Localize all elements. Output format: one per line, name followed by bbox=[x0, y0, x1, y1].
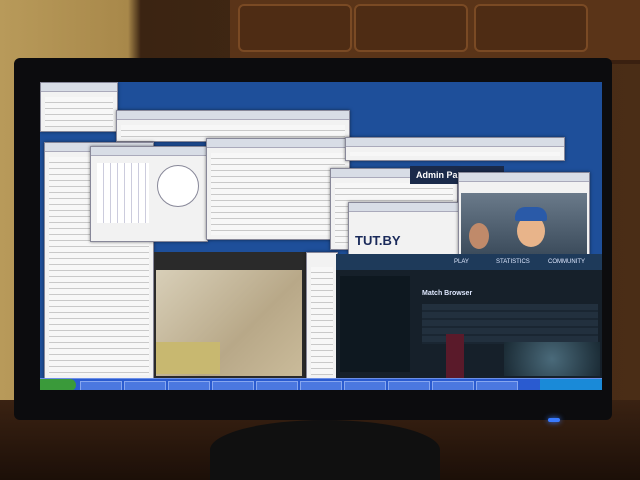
monitor-screen: Admin Pane TUT.BY PLAY STATISTICS COMMUN… bbox=[40, 82, 602, 390]
video-frame bbox=[461, 193, 587, 257]
red-panel bbox=[446, 334, 464, 378]
taskbar-button[interactable] bbox=[80, 381, 122, 390]
taskbar-button[interactable] bbox=[124, 381, 166, 390]
thumbnail-strip bbox=[156, 342, 220, 374]
tab-statistics[interactable]: STATISTICS bbox=[496, 259, 530, 265]
game-client-window[interactable]: PLAY STATISTICS COMMUNITY Match Browser bbox=[336, 254, 602, 378]
image-viewer-window[interactable] bbox=[154, 252, 306, 378]
taskbar-button[interactable] bbox=[476, 381, 518, 390]
wooden-cabinet bbox=[230, 0, 640, 64]
calendar-grid[interactable] bbox=[97, 163, 149, 223]
tab-play[interactable]: PLAY bbox=[454, 259, 469, 265]
clock-icon bbox=[157, 165, 199, 207]
taskbar-button[interactable] bbox=[168, 381, 210, 390]
taskbar-button[interactable] bbox=[256, 381, 298, 390]
game-preview bbox=[504, 342, 600, 376]
taskbar-button[interactable] bbox=[212, 381, 254, 390]
cap bbox=[515, 207, 547, 221]
match-browser-title: Match Browser bbox=[422, 290, 473, 297]
power-led bbox=[548, 418, 560, 422]
tut-by-window[interactable]: TUT.BY bbox=[348, 202, 462, 256]
tut-by-logo: TUT.BY bbox=[355, 233, 401, 248]
date-time-dialog[interactable] bbox=[90, 146, 208, 242]
video-window[interactable] bbox=[458, 172, 590, 262]
taskbar-button[interactable] bbox=[300, 381, 342, 390]
person-face-2 bbox=[469, 223, 489, 249]
game-sidebar bbox=[340, 276, 410, 372]
window-top-left[interactable] bbox=[40, 82, 118, 132]
taskbar-button[interactable] bbox=[344, 381, 386, 390]
browser-window-2[interactable] bbox=[206, 138, 350, 240]
taskbar-button[interactable] bbox=[432, 381, 474, 390]
taskbar-button[interactable] bbox=[388, 381, 430, 390]
taskbar bbox=[40, 378, 602, 390]
browser-window-3[interactable] bbox=[345, 137, 565, 161]
monitor-stand bbox=[210, 420, 440, 480]
tab-community[interactable]: COMMUNITY bbox=[548, 259, 585, 265]
system-tray bbox=[540, 379, 602, 390]
scan-document-window[interactable] bbox=[306, 252, 338, 380]
game-client-nav: PLAY STATISTICS COMMUNITY bbox=[336, 254, 602, 270]
start-button[interactable] bbox=[40, 379, 76, 390]
